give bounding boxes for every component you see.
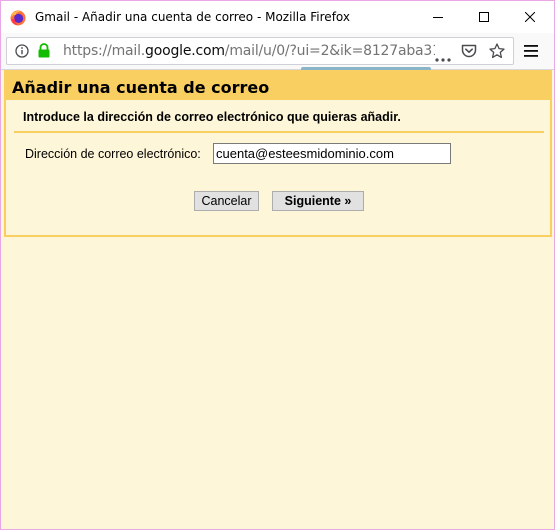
add-account-dialog: Añadir una cuenta de correo Introduce la… (4, 70, 552, 237)
more-dots-icon[interactable] (435, 49, 451, 67)
firefox-window: Gmail - Añadir una cuenta de correo - Mo… (0, 0, 555, 530)
firefox-logo-icon (10, 10, 26, 26)
divider (14, 131, 544, 133)
star-icon[interactable] (489, 43, 505, 64)
close-button[interactable] (507, 1, 553, 33)
url-text[interactable]: https://mail.google.com/mail/u/0/?ui=2&i… (63, 43, 435, 59)
window-title: Gmail - Añadir una cuenta de correo - Mo… (35, 10, 350, 24)
dialog-title: Añadir una cuenta de correo (12, 78, 270, 97)
info-icon[interactable] (15, 44, 29, 63)
maximize-button[interactable] (461, 1, 507, 33)
url-prefix: https://mail. (63, 43, 146, 59)
navigation-bar: https://mail.google.com/mail/u/0/?ui=2&i… (1, 33, 554, 70)
dialog-instructions: Introduce la dirección de correo electró… (23, 110, 401, 124)
minimize-button[interactable] (415, 1, 461, 33)
title-bar[interactable]: Gmail - Añadir una cuenta de correo - Mo… (1, 1, 554, 33)
hamburger-menu-icon[interactable] (524, 44, 538, 62)
lock-icon[interactable] (37, 43, 51, 63)
url-domain: google.com (145, 43, 225, 59)
email-field[interactable] (213, 143, 451, 164)
cancel-button[interactable]: Cancelar (194, 191, 259, 211)
email-label: Dirección de correo electrónico: (25, 147, 201, 161)
next-button[interactable]: Siguiente » (272, 191, 364, 211)
url-bar[interactable]: https://mail.google.com/mail/u/0/?ui=2&i… (6, 37, 514, 65)
minimize-icon (433, 12, 443, 22)
url-suffix: /mail/u/0/?ui=2&ik=8127aba315&js (224, 43, 435, 59)
pocket-icon[interactable] (461, 44, 477, 64)
dialog-header: Añadir una cuenta de correo (6, 72, 550, 100)
maximize-icon (479, 12, 489, 22)
close-icon (525, 12, 535, 22)
